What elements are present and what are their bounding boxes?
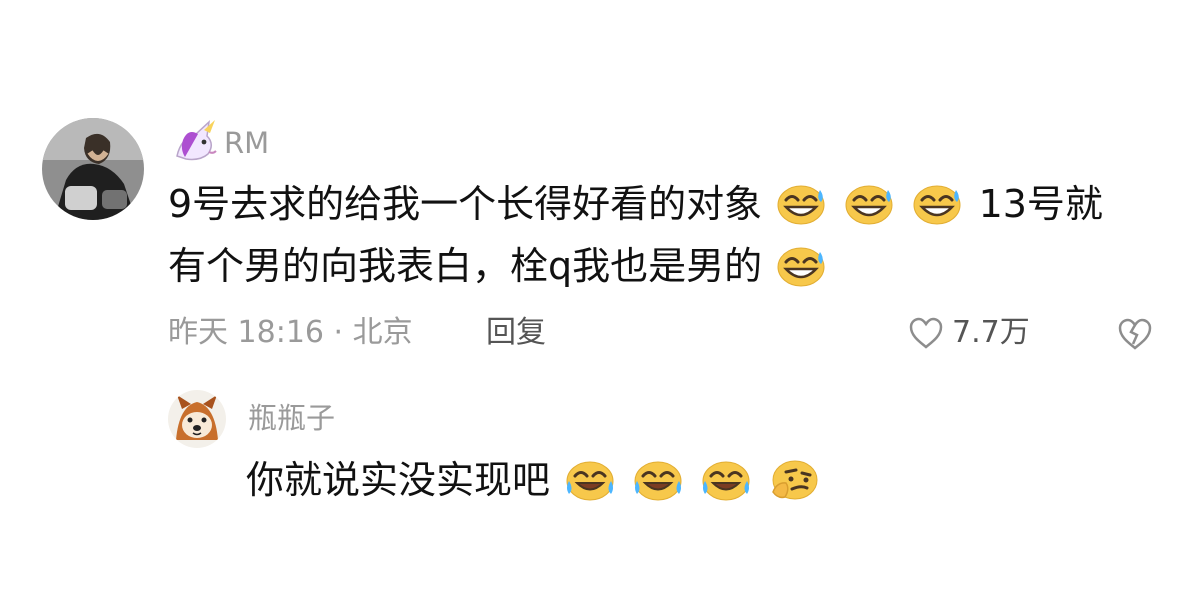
thinking-emoji-icon — [768, 458, 820, 502]
comment-meta-row: 昨天 18:16 · 北京 回复 7.7万 — [168, 310, 1168, 356]
comment-line-1: 9号去求的给我一个长得好看的对象 13号就 — [168, 176, 1103, 232]
laugh-cry-emoji-icon — [700, 458, 752, 502]
comment-thread: RM 9号去求的给我一个长得好看的对象 13号就 有个男的向我表白，栓q我也是男… — [0, 0, 1200, 600]
username-rm[interactable]: RM — [224, 126, 269, 160]
comment-text-part-1: 9号去求的给我一个长得好看的对象 — [168, 182, 763, 226]
heart-icon — [909, 317, 943, 349]
grin-sweat-emoji-icon — [776, 244, 828, 288]
comment-text-part-2: 13号就 — [978, 182, 1103, 226]
reply-text-content: 你就说实没实现吧 — [246, 458, 551, 502]
username-pingpingzi[interactable]: 瓶瓶子 — [248, 401, 335, 435]
comment-time-location: 昨天 18:16 · 北京 — [168, 315, 413, 350]
like-count: 7.7万 — [952, 315, 1030, 350]
grin-sweat-emoji-icon — [844, 182, 896, 226]
avatar-rm[interactable] — [42, 118, 144, 220]
laugh-cry-emoji-icon — [564, 458, 616, 502]
reply-button[interactable]: 回复 — [486, 310, 546, 356]
avatar-pingpingzi[interactable] — [168, 390, 226, 448]
laugh-cry-emoji-icon — [632, 458, 684, 502]
reply-comment-text: 你就说实没实现吧 — [246, 452, 822, 508]
grin-sweat-emoji-icon — [912, 182, 964, 226]
comment-text-part-3: 有个男的向我表白，栓q我也是男的 — [168, 244, 763, 288]
comment-line-2: 有个男的向我表白，栓q我也是男的 — [168, 238, 830, 294]
like-button[interactable]: 7.7万 — [908, 310, 1030, 356]
unicorn-emoji-icon — [170, 118, 218, 162]
grin-sweat-emoji-icon — [776, 182, 828, 226]
broken-heart-icon[interactable] — [1116, 317, 1154, 351]
